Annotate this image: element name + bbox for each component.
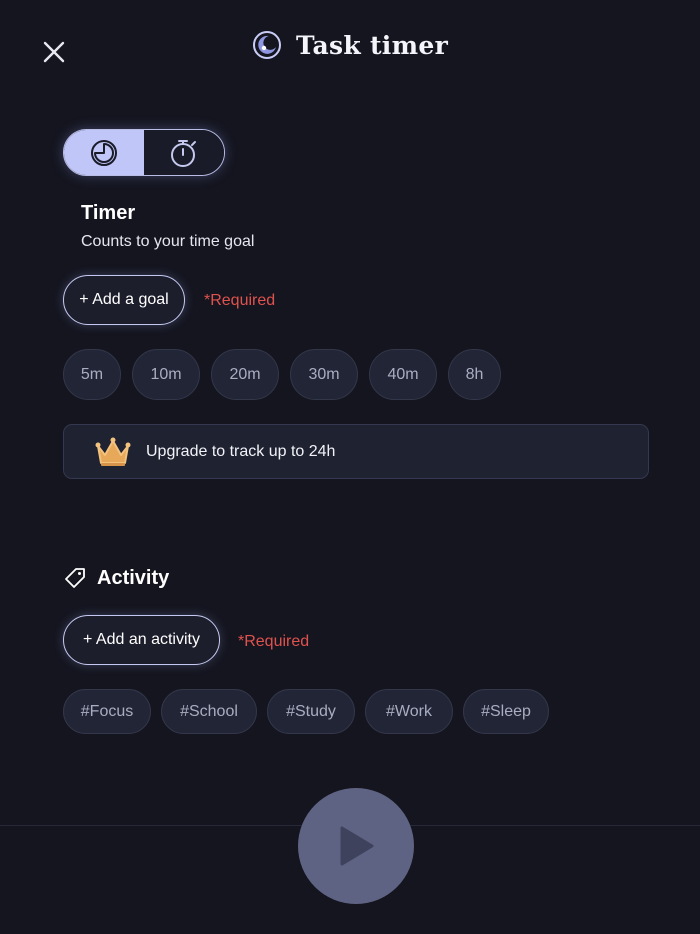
activity-title: Activity: [97, 566, 170, 589]
preset-30m-chip[interactable]: 30m: [290, 349, 358, 400]
add-goal-button[interactable]: + Add a goal: [63, 275, 185, 325]
timer-title: Timer: [81, 202, 136, 224]
activity-header: Activity: [63, 566, 169, 590]
timer-mode-button[interactable]: [64, 130, 144, 175]
preset-5m-chip[interactable]: 5m: [63, 349, 121, 400]
stopwatch-icon: [171, 139, 196, 167]
preset-8h-chip[interactable]: 8h: [448, 349, 501, 400]
upgrade-banner[interactable]: Upgrade to track up to 24h: [63, 424, 649, 479]
title-group: Task timer: [0, 30, 700, 60]
activity-tag-row: #Focus #School #Study #Work #Sleep: [63, 689, 549, 734]
preset-40m-chip[interactable]: 40m: [369, 349, 437, 400]
crown-icon: [95, 437, 131, 466]
upgrade-text: Upgrade to track up to 24h: [146, 442, 336, 460]
timer-subtitle: Counts to your time goal: [81, 233, 255, 250]
stopwatch-mode-button[interactable]: [144, 130, 224, 175]
preset-10m-chip[interactable]: 10m: [132, 349, 200, 400]
tag-focus-chip[interactable]: #Focus: [63, 689, 151, 734]
preset-20m-chip[interactable]: 20m: [211, 349, 279, 400]
tag-icon: [65, 568, 85, 588]
tag-sleep-chip[interactable]: #Sleep: [463, 689, 549, 734]
add-activity-button[interactable]: + Add an activity: [63, 615, 220, 665]
play-icon: [340, 826, 374, 866]
tag-school-chip[interactable]: #School: [161, 689, 257, 734]
tag-work-chip[interactable]: #Work: [365, 689, 453, 734]
play-button[interactable]: [298, 788, 414, 904]
activity-required-label: *Required: [238, 633, 310, 650]
moon-logo-icon: [252, 31, 281, 59]
mode-toggle: [63, 129, 225, 176]
header: Task timer: [0, 0, 700, 104]
pie-clock-icon: [91, 139, 117, 166]
tag-study-chip[interactable]: #Study: [267, 689, 355, 734]
goal-required-label: *Required: [204, 292, 276, 309]
page-title: Task timer: [295, 30, 449, 60]
time-preset-row: 5m 10m 20m 30m 40m 8h: [63, 349, 501, 400]
